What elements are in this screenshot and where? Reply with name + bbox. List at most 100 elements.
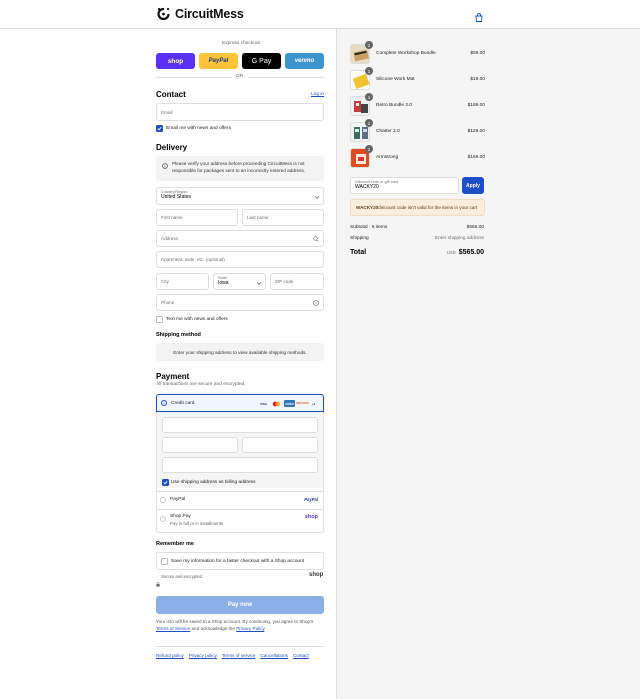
zip-field[interactable]: ZIP code — [270, 273, 324, 290]
credit-card-option[interactable]: Credit card VISA AMEX DISCOVER +4 — [156, 394, 324, 412]
paypal-option[interactable]: PayPal PayPal — [156, 492, 324, 509]
shop-pay-sublabel: Pay in full or in installments — [170, 521, 224, 526]
save-info-label: Save my information for a faster checkou… — [171, 559, 305, 564]
first-name-field[interactable]: First name — [156, 209, 238, 226]
help-icon[interactable]: ? — [313, 300, 319, 307]
shipping-label: Shipping — [350, 236, 369, 241]
phone-field[interactable]: Phone ? — [156, 294, 324, 311]
shop-pay-option[interactable]: Shop Pay Pay in full or in installments … — [156, 510, 324, 532]
total-value: $565.00 — [458, 249, 484, 256]
newsletter-checkbox[interactable] — [156, 125, 163, 132]
save-info-checkbox[interactable] — [161, 558, 168, 565]
privacy-link[interactable]: Privacy Policy — [236, 626, 264, 631]
item-price: $169.00 — [467, 103, 485, 108]
paypal-radio[interactable] — [160, 497, 166, 503]
shop-pay-label: Shop Pay — [170, 514, 191, 519]
cart-bag-icon[interactable] — [475, 9, 483, 27]
save-info-box[interactable]: Save my information for a faster checkou… — [156, 552, 324, 570]
visa-icon: VISA — [259, 401, 267, 406]
contact-link[interactable]: Contact — [293, 653, 309, 658]
card-number-field[interactable] — [162, 417, 318, 433]
google-pay-express-button[interactable]: G Pay — [242, 53, 281, 69]
checkout-form: Express checkout shop PayPal G Pay venmo… — [0, 29, 336, 699]
amex-icon: AMEX — [284, 400, 295, 407]
shipping-value: Enter shipping address — [434, 236, 484, 241]
text-offers-checkbox[interactable] — [156, 316, 163, 323]
venmo-express-button[interactable]: venmo — [285, 53, 324, 69]
payment-title: Payment — [156, 372, 190, 381]
or-divider: OR — [156, 74, 324, 79]
item-price: $59.00 — [470, 51, 485, 56]
footer-links: Refund policy Privacy policy Terms of se… — [156, 653, 309, 658]
discount-code-field[interactable]: Discount code or gift card WACKY20 — [350, 177, 459, 194]
svg-text:?: ? — [315, 301, 317, 305]
cart-prices: $59.00 $19.00 $169.00 $129.00 $169.00 — [350, 44, 485, 174]
card-form — [157, 412, 323, 488]
credit-card-radio[interactable] — [161, 400, 167, 406]
secure-label: Secure and encrypted — [161, 574, 202, 579]
expiration-field[interactable] — [162, 437, 238, 453]
terms-link[interactable]: Terms of Service — [156, 626, 190, 631]
total-amount: USD $565.00 — [447, 249, 484, 256]
brand-name: CircuitMess — [175, 6, 244, 21]
remember-me-title: Remember me — [156, 541, 194, 547]
more-cards-badge: +4 — [311, 401, 316, 406]
billing-same-label: Use shipping address as billing address — [171, 480, 256, 485]
credit-card-label: Credit card — [171, 401, 195, 406]
billing-same-checkbox[interactable] — [162, 479, 169, 486]
item-price: $169.00 — [467, 155, 485, 160]
mastercard-icon — [271, 400, 282, 407]
card-logos: VISA AMEX DISCOVER +4 — [258, 400, 317, 407]
newsletter-label: Email me with news and offers — [166, 126, 231, 131]
paypal-express-button[interactable]: PayPal — [199, 53, 238, 69]
cancellations-link[interactable]: Cancellations — [260, 653, 288, 658]
info-icon — [162, 163, 168, 171]
chevron-down-icon — [315, 195, 319, 200]
name-on-card-field[interactable] — [162, 457, 318, 473]
shop-logo: shop — [309, 572, 324, 578]
privacy-policy-link[interactable]: Privacy policy — [189, 653, 217, 658]
currency-code: USD — [446, 250, 456, 255]
shipping-method-title: Shipping method — [156, 332, 201, 338]
security-code-field[interactable] — [242, 437, 318, 453]
order-summary: 1 Complete Workshop Bundle 1 Silicone Wo… — [336, 29, 640, 699]
last-name-field[interactable]: Last name — [242, 209, 324, 226]
text-offers-label: Text me with news and offers — [166, 317, 228, 322]
shipping-method-notice: Enter your shipping address to view avai… — [156, 343, 324, 361]
apartment-field[interactable]: Apartment, suite, etc. (optional) — [156, 251, 324, 268]
country-select[interactable]: Country/Region United States — [156, 187, 324, 205]
header: CircuitMess — [0, 0, 640, 29]
payment-subtitle: All transactions are secure and encrypte… — [156, 382, 246, 387]
total-label: Total — [350, 249, 367, 256]
email-field[interactable]: Email — [156, 103, 324, 121]
discover-icon: DISCOVER — [296, 402, 309, 405]
item-price: $129.00 — [467, 129, 485, 134]
shop-pay-radio[interactable] — [160, 516, 166, 522]
apply-button[interactable]: Apply — [462, 177, 484, 194]
discount-error-banner: WACKY20 discount code isn't valid for th… — [350, 199, 485, 216]
shop-pay-express-button[interactable]: shop — [156, 53, 195, 69]
delivery-title: Delivery — [156, 143, 188, 152]
shop-pay-icon: shop — [304, 514, 318, 520]
item-price: $19.00 — [470, 77, 485, 82]
brand-logo[interactable]: CircuitMess — [156, 6, 244, 21]
contact-title: Contact — [156, 90, 186, 99]
divider — [156, 646, 324, 647]
chevron-down-icon — [257, 281, 261, 286]
subtotal-value: $565.00 — [466, 225, 484, 230]
paypal-icon: PayPal — [304, 497, 318, 502]
city-field[interactable]: City — [156, 273, 209, 290]
state-select[interactable]: State Iowa — [213, 273, 266, 290]
search-icon — [313, 236, 319, 243]
terms-of-service-link[interactable]: Terms of service — [222, 653, 255, 658]
paypal-label: PayPal — [170, 497, 186, 502]
login-link[interactable]: Log in — [311, 92, 324, 97]
lock-icon — [156, 574, 160, 592]
legal-text: Your info will be saved to a Shop accoun… — [156, 619, 314, 631]
subtotal-label: Subtotal · 5 items — [350, 225, 388, 230]
address-field[interactable]: Address — [156, 230, 324, 247]
address-notice: Please verify your address before procee… — [156, 156, 324, 181]
circuitmess-logo-icon — [156, 6, 171, 21]
pay-now-button[interactable]: Pay now — [156, 596, 324, 614]
refund-policy-link[interactable]: Refund policy — [156, 653, 184, 658]
